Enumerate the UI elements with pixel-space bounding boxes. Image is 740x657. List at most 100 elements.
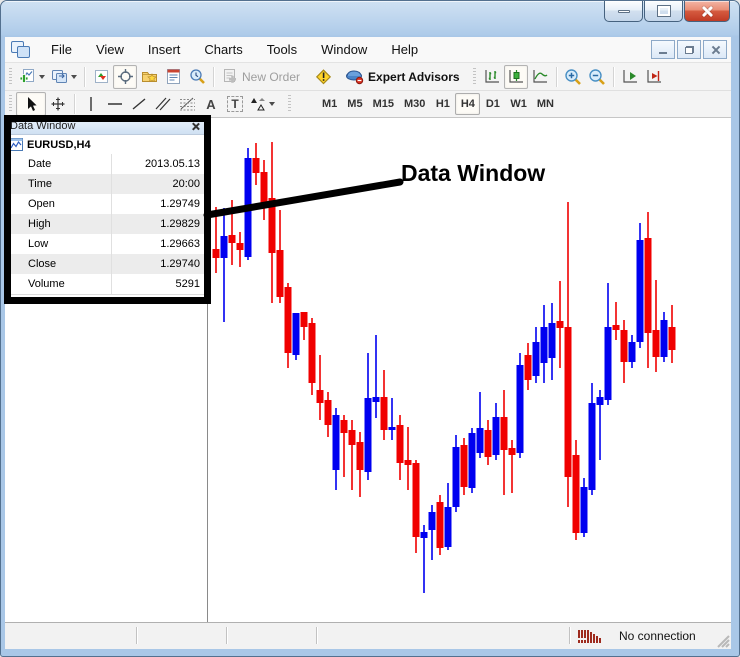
navigator-button[interactable] bbox=[137, 65, 161, 89]
bar-chart-button[interactable] bbox=[480, 65, 504, 89]
chevron-down-icon bbox=[71, 74, 77, 79]
table-row-date: Date 2013.05.13 bbox=[5, 154, 207, 174]
row-label: Time bbox=[28, 178, 53, 190]
strategy-tester-icon bbox=[189, 69, 205, 84]
new-order-button[interactable]: New Order bbox=[218, 65, 303, 89]
window-titlebar[interactable] bbox=[1, 1, 739, 37]
fibonacci-tool-button[interactable] bbox=[175, 92, 199, 116]
connection-signal-icon bbox=[578, 629, 601, 643]
maximize-icon bbox=[656, 5, 671, 17]
menu-view[interactable]: View bbox=[84, 39, 136, 60]
terminal-icon bbox=[166, 69, 180, 84]
app-logo-icon bbox=[11, 40, 33, 59]
chart-canvas[interactable] bbox=[208, 118, 731, 622]
menu-help[interactable]: Help bbox=[379, 39, 430, 60]
menu-insert[interactable]: Insert bbox=[136, 39, 193, 60]
chevron-down-icon bbox=[269, 102, 275, 106]
cursor-tool-button[interactable] bbox=[16, 92, 46, 116]
chart-shift-icon bbox=[647, 70, 661, 83]
menu-window[interactable]: Window bbox=[309, 39, 379, 60]
strategy-tester-button[interactable] bbox=[185, 65, 209, 89]
alert-button[interactable] bbox=[311, 65, 336, 89]
crosshair-tool-button[interactable] bbox=[46, 92, 70, 116]
text-box-tool-button[interactable]: T bbox=[223, 92, 247, 116]
data-window-icon bbox=[117, 69, 133, 84]
channel-tool-button[interactable] bbox=[151, 92, 175, 116]
toolbar-grip[interactable] bbox=[288, 95, 291, 113]
row-value: 1.29663 bbox=[111, 234, 207, 254]
table-row-high: High 1.29829 bbox=[5, 214, 207, 234]
candlestick-chart-button[interactable] bbox=[503, 64, 528, 89]
status-separator bbox=[316, 627, 317, 644]
text-box-icon: T bbox=[227, 96, 243, 112]
mdi-close-button[interactable] bbox=[703, 40, 727, 59]
menu-tools[interactable]: Tools bbox=[255, 39, 309, 60]
timeframe-h1[interactable]: H1 bbox=[430, 93, 455, 115]
trendline-tool-button[interactable] bbox=[127, 92, 151, 116]
connection-status-label: No connection bbox=[619, 629, 696, 643]
auto-scroll-button[interactable] bbox=[618, 65, 642, 89]
timeframe-m5[interactable]: M5 bbox=[342, 93, 367, 115]
line-chart-button[interactable] bbox=[528, 65, 552, 89]
menu-file[interactable]: File bbox=[39, 39, 84, 60]
terminal-button[interactable] bbox=[161, 65, 185, 89]
candlestick-chart-icon bbox=[509, 70, 523, 83]
toolbar-grip[interactable] bbox=[472, 67, 476, 86]
chart-shift-button[interactable] bbox=[642, 65, 666, 89]
line-studies-toolbar: A T M1 M5 M15 M30 H1 H4 D1 W1 MN bbox=[5, 91, 731, 118]
mdi-restore-button[interactable] bbox=[677, 40, 701, 59]
vertical-line-tool-button[interactable] bbox=[79, 92, 103, 116]
toolbar-separator bbox=[213, 66, 214, 87]
arrows-tool-button[interactable] bbox=[247, 92, 278, 116]
expert-advisors-button[interactable]: Expert Advisors bbox=[342, 65, 463, 89]
new-chart-icon bbox=[19, 69, 34, 83]
profiles-icon bbox=[52, 70, 67, 83]
data-window-titlebar[interactable]: Data Window bbox=[5, 118, 207, 135]
mdi-minimize-button[interactable] bbox=[651, 40, 675, 59]
timeframe-m15[interactable]: M15 bbox=[368, 93, 399, 115]
market-watch-button[interactable] bbox=[89, 65, 113, 89]
menu-bar: File View Insert Charts Tools Window Hel… bbox=[5, 37, 731, 63]
close-icon bbox=[711, 45, 720, 54]
horizontal-line-icon bbox=[108, 103, 122, 105]
table-row-close: Close 1.29740 bbox=[5, 254, 207, 274]
timeframe-m30[interactable]: M30 bbox=[399, 93, 430, 115]
zoom-in-button[interactable] bbox=[561, 65, 585, 89]
minimize-icon bbox=[617, 9, 630, 13]
chart-symbol-icon bbox=[9, 138, 23, 151]
minimize-icon bbox=[659, 51, 667, 54]
cursor-icon bbox=[27, 97, 37, 111]
restore-icon bbox=[684, 45, 694, 54]
bar-chart-icon bbox=[485, 70, 499, 83]
row-value: 1.29749 bbox=[111, 194, 207, 214]
timeframe-w1[interactable]: W1 bbox=[505, 93, 532, 115]
toolbar-separator bbox=[84, 66, 85, 87]
text-label-tool-button[interactable]: A bbox=[199, 92, 223, 116]
table-row-volume: Volume 5291 bbox=[5, 274, 207, 294]
menu-charts[interactable]: Charts bbox=[192, 39, 254, 60]
row-value: 2013.05.13 bbox=[111, 154, 207, 174]
toolbar-separator bbox=[612, 66, 614, 87]
table-row-low: Low 1.29663 bbox=[5, 234, 207, 254]
resize-grip[interactable] bbox=[715, 633, 730, 648]
profiles-button[interactable] bbox=[48, 65, 80, 89]
toolbar-grip[interactable] bbox=[9, 67, 12, 86]
timeframe-d1[interactable]: D1 bbox=[480, 93, 505, 115]
timeframe-h4[interactable]: H4 bbox=[455, 93, 481, 115]
expert-advisors-label: Expert Advisors bbox=[368, 69, 460, 84]
trendline-icon bbox=[132, 98, 146, 110]
horizontal-line-tool-button[interactable] bbox=[103, 92, 127, 116]
timeframe-mn[interactable]: MN bbox=[532, 93, 559, 115]
toolbar-grip[interactable] bbox=[9, 95, 12, 113]
zoom-out-button[interactable] bbox=[585, 65, 609, 89]
chevron-down-icon bbox=[39, 74, 45, 79]
zoom-out-icon bbox=[588, 68, 605, 85]
new-chart-button[interactable] bbox=[16, 65, 48, 89]
window-minimize-button[interactable] bbox=[604, 1, 643, 22]
expert-advisors-icon bbox=[346, 70, 364, 85]
timeframe-m1[interactable]: M1 bbox=[317, 93, 342, 115]
window-close-button[interactable] bbox=[684, 1, 730, 22]
window-maximize-button[interactable] bbox=[644, 1, 683, 22]
data-window-close-button[interactable] bbox=[189, 120, 202, 133]
data-window-toggle-button[interactable] bbox=[113, 64, 137, 89]
